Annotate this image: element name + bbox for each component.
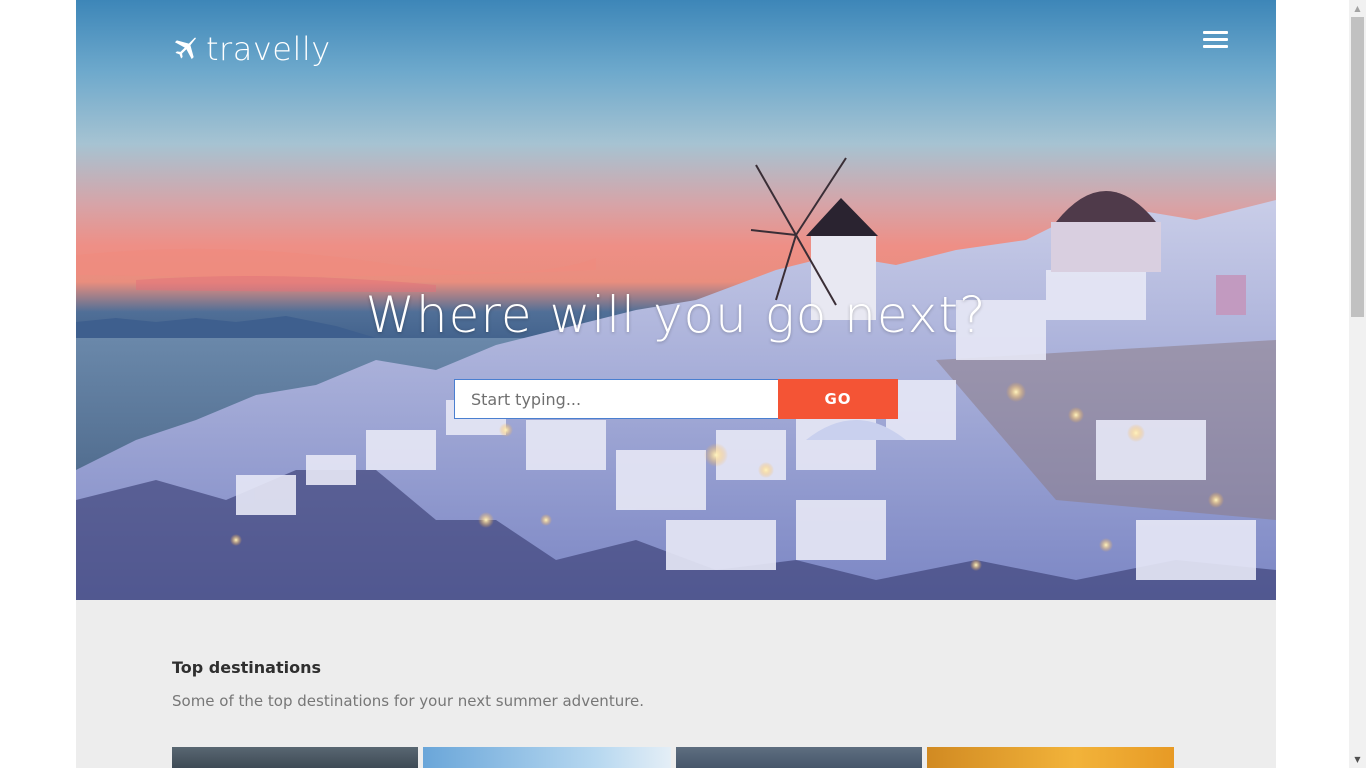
hamburger-menu-icon[interactable] <box>1203 31 1228 51</box>
destination-search-form: GO <box>454 379 898 419</box>
logo-text: travelly <box>206 30 331 68</box>
scroll-down-arrow-icon[interactable]: ▼ <box>1349 751 1366 768</box>
go-button[interactable]: GO <box>778 379 898 419</box>
hero-banner: travelly Where will you go next? GO <box>76 0 1276 600</box>
destination-cards <box>172 747 1174 768</box>
destination-search-input[interactable] <box>454 379 778 419</box>
hero-headline: Where will you go next? <box>365 286 987 344</box>
top-destinations-subtitle: Some of the top destinations for your ne… <box>172 692 645 710</box>
destination-card[interactable] <box>927 747 1174 768</box>
page: travelly Where will you go next? GO Top … <box>76 0 1276 768</box>
airplane-icon <box>174 37 196 60</box>
destination-card[interactable] <box>172 747 418 768</box>
destination-card[interactable] <box>423 747 671 768</box>
page-scrollbar[interactable]: ▲ ▼ <box>1349 0 1366 768</box>
scroll-thumb[interactable] <box>1351 17 1364 317</box>
logo-link[interactable]: travelly <box>172 30 331 68</box>
scroll-up-arrow-icon[interactable]: ▲ <box>1349 0 1366 17</box>
top-destinations-title: Top destinations <box>172 658 321 677</box>
destination-card[interactable] <box>676 747 922 768</box>
